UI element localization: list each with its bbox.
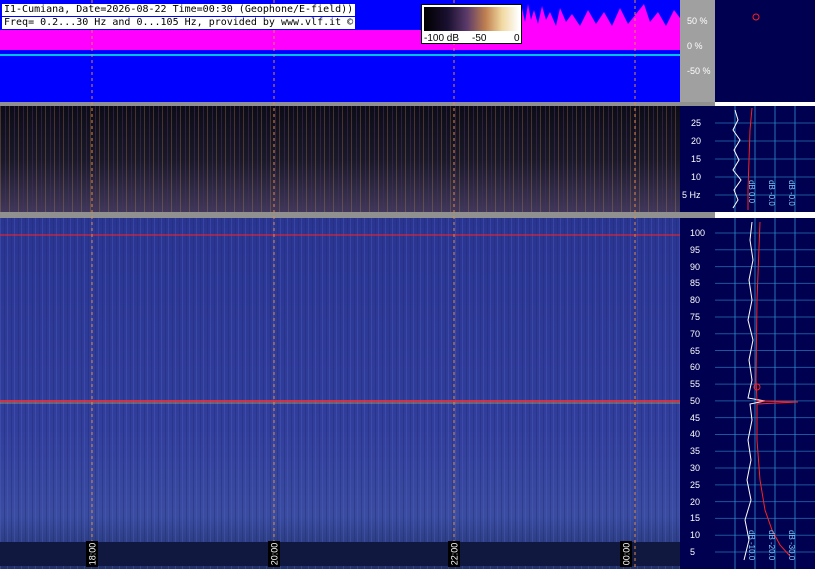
legend-label-mid: -50 <box>472 33 487 44</box>
side-panel-label-lower: dB -20.0 <box>767 530 776 561</box>
low-freq-tick-label: 20 <box>691 136 702 146</box>
low-freq-tick-label: 25 <box>691 118 702 128</box>
panel-separator-2 <box>0 212 715 218</box>
high-freq-tick-label: 5 <box>690 547 696 557</box>
high-freq-tick-label: 50 <box>690 395 701 406</box>
high-freq-tick-label: 75 <box>690 311 701 322</box>
header-line-1: I1-Cumiana, Date=2026-08-22 Time=00:30 (… <box>2 4 356 16</box>
panel-separator-1 <box>0 102 715 106</box>
high-freq-tick-label: 80 <box>690 295 701 306</box>
high-freq-tick-label: 60 <box>690 362 701 373</box>
side-panel-label-upper: dB 0.0 <box>747 180 756 204</box>
high-freq-tick-label: 10 <box>690 530 701 541</box>
high-freq-texture <box>0 218 680 569</box>
time-label: 22:00 <box>448 541 460 567</box>
color-legend: -100 dB -50 0 <box>421 4 522 44</box>
high-freq-tick-label: 45 <box>690 412 701 423</box>
high-freq-tick-label: 65 <box>690 345 701 356</box>
high-freq-bottom-band <box>0 542 680 566</box>
side-panel <box>715 0 815 569</box>
side-panel-label-lower: dB -30.0 <box>787 530 796 561</box>
time-label-text: 20:00 <box>269 542 279 566</box>
low-freq-texture <box>0 106 680 212</box>
high-freq-tick-label: 25 <box>690 479 701 490</box>
low-freq-tick-label: 10 <box>691 172 702 182</box>
high-freq-tick-label: 95 <box>690 244 701 255</box>
high-freq-tick-label: 20 <box>690 496 701 507</box>
spectrogram-viewer: I1-Cumiana, Date=2026-08-22 Time=00:30 (… <box>0 0 815 569</box>
high-freq-tick-label: 15 <box>690 513 701 524</box>
time-label: 00:00 <box>620 541 632 567</box>
time-label: 20:00 <box>268 541 280 567</box>
side-panel-label-lower: dB -10.0 <box>747 530 756 561</box>
side-panel-white-strip <box>715 102 815 106</box>
header-line-2: Freq= 0.2...30 Hz and 0...105 Hz, provid… <box>2 17 356 29</box>
side-panel-label-upper: dB -0.0 <box>767 180 776 206</box>
amplitude-tick-label: 50 % <box>687 16 708 26</box>
low-freq-tick-label: 15 <box>691 154 702 164</box>
time-label-text: 00:00 <box>621 542 631 566</box>
side-panel-white-strip-2 <box>715 212 815 218</box>
side-panel-label-upper: dB -0.0 <box>787 180 796 206</box>
high-freq-tick-label: 40 <box>690 429 701 440</box>
time-label: 18:00 <box>86 541 98 567</box>
high-freq-tick-label: 70 <box>690 328 701 339</box>
high-freq-tick-label: 55 <box>690 379 701 390</box>
amplitude-magenta-band <box>0 30 680 50</box>
low-freq-tick-label: 5 Hz <box>682 190 701 200</box>
amplitude-tick-label: -50 % <box>687 66 711 76</box>
high-freq-tick-label: 100 <box>690 228 706 238</box>
high-freq-tick-label: 85 <box>690 278 701 289</box>
time-label-text: 22:00 <box>449 542 459 566</box>
high-freq-tick-label: 90 <box>690 261 701 272</box>
legend-label-min: -100 dB <box>424 33 460 44</box>
amplitude-tick-label: 0 % <box>687 41 703 51</box>
color-legend-bar <box>424 7 519 31</box>
high-freq-tick-label: 30 <box>690 463 701 474</box>
high-freq-tick-label: 35 <box>690 446 701 457</box>
legend-label-max: 0 <box>514 33 520 44</box>
time-label-text: 18:00 <box>87 542 97 566</box>
